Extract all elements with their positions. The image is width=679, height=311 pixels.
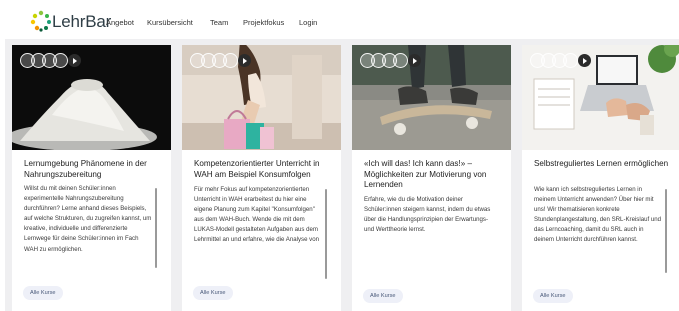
all-courses-button[interactable]: Alle Kurse [23,286,63,300]
play-icon[interactable] [68,54,81,67]
carousel-dot[interactable] [223,53,238,68]
card-title[interactable]: Kompetenzorientierter Unterricht in WAH … [194,159,334,180]
all-courses-button[interactable]: Alle Kurse [533,289,573,303]
carousel-dot[interactable] [563,53,578,68]
course-card[interactable]: «Ich will das! Ich kann das!» – Möglichk… [352,45,511,311]
brand-name: LehrBar [52,12,112,31]
carousel-indicator[interactable] [190,53,260,69]
all-courses-button[interactable]: Alle Kurse [193,286,233,300]
card-image-flour [12,45,171,150]
nav-angebot[interactable]: Angebot [106,18,134,27]
card-description: Wie kann ich selbstreguliertes Lernen in… [534,186,662,244]
play-icon[interactable] [408,54,421,67]
nav-projektfokus[interactable]: Projektfokus [243,18,284,27]
brand-logo[interactable]: LehrBar [30,10,111,34]
logo-dots-icon [30,10,51,32]
carousel-dot[interactable] [393,53,408,68]
card-title[interactable]: «Ich will das! Ich kann das!» – Möglichk… [364,159,504,191]
nav-kursuebersicht[interactable]: Kursübersicht [147,18,193,27]
play-icon[interactable] [578,54,591,67]
card-description: Erfahre, wie du die Motivation deiner Sc… [364,196,491,234]
course-card[interactable]: Lernumgebung Phänomene in der Nahrungszu… [12,45,171,311]
nav-login[interactable]: Login [299,18,317,27]
description-scrollbar[interactable] [325,189,327,279]
card-image-skateboard [352,45,511,150]
card-description: Willst du mit deinen Schüler:innen exper… [24,185,152,253]
card-image-shopping [182,45,341,150]
course-card[interactable]: Kompetenzorientierter Unterricht in WAH … [182,45,341,311]
carousel-indicator[interactable] [530,53,600,69]
description-scrollbar[interactable] [665,189,667,273]
nav-team[interactable]: Team [210,18,228,27]
card-description: Für mehr Fokus auf kompetenzorientierten… [194,186,319,244]
carousel-indicator[interactable] [20,53,90,69]
card-title[interactable]: Selbstreguliertes Lernen ermöglichen [534,159,674,170]
card-image-laptop [522,45,679,150]
carousel-indicator[interactable] [360,53,430,69]
all-courses-button[interactable]: Alle Kurse [363,289,403,303]
play-icon[interactable] [238,54,251,67]
course-card[interactable]: Selbstreguliertes Lernen ermöglichen Wie… [522,45,679,311]
carousel-dot[interactable] [53,53,68,68]
description-scrollbar[interactable] [155,188,157,268]
card-title[interactable]: Lernumgebung Phänomene in der Nahrungszu… [24,159,164,180]
site-header: LehrBar Angebot Kursübersicht Team Proje… [0,0,679,44]
